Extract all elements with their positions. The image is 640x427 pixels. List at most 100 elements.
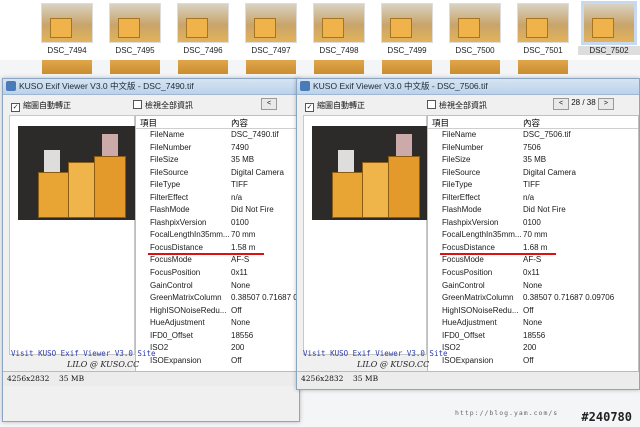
- thumbnail-partial: [518, 60, 568, 74]
- image-preview: [303, 115, 432, 355]
- thumbnail-image: [178, 4, 228, 42]
- thumbnail-partial: [178, 60, 228, 74]
- table-row[interactable]: FocalLengthIn35mm... 70 mm: [136, 229, 300, 242]
- table-row[interactable]: ISOExpansion Off: [136, 355, 300, 368]
- show-all-checkbox[interactable]: 檢視全部資訊: [133, 100, 193, 111]
- status-bar: 4256x2832 35 MB: [297, 371, 639, 389]
- table-row[interactable]: FocalLengthIn35mm... 70 mm: [428, 229, 638, 242]
- thumbnail[interactable]: DSC_7495: [104, 4, 166, 60]
- table-row[interactable]: FlashMode Did Not Fire: [428, 204, 638, 217]
- thumbnail-image: [110, 4, 160, 42]
- status-dimensions: 4256x2832: [7, 374, 50, 383]
- column-header-content[interactable]: 內容: [231, 117, 248, 129]
- thumbnail[interactable]: DSC_7501: [512, 4, 574, 60]
- thumbnail-partial: [314, 60, 364, 74]
- window-titlebar[interactable]: KUSO Exif Viewer V3.0 中文版 - DSC_7506.tif: [297, 79, 639, 95]
- table-row[interactable]: FlashpixVersion 0100: [136, 217, 300, 230]
- table-row[interactable]: ISO2 200: [136, 342, 300, 355]
- thumbnail-image: [450, 4, 500, 42]
- exif-viewer-window-front: KUSO Exif Viewer V3.0 中文版 - DSC_7506.tif…: [296, 78, 640, 390]
- table-row[interactable]: FileName DSC_7506.tif: [428, 129, 638, 142]
- thumbnail-label: DSC_7495: [115, 46, 155, 55]
- column-header-item[interactable]: 項目: [432, 117, 449, 129]
- author-credit[interactable]: LILO @ KUSO.CC: [357, 360, 429, 369]
- thumbnail[interactable]: DSC_7498: [308, 4, 370, 60]
- table-row[interactable]: FileSource Digital Camera: [136, 167, 300, 180]
- table-row[interactable]: FileName DSC_7490.tif: [136, 129, 300, 142]
- thumbnail-image: [518, 4, 568, 42]
- app-icon: [300, 81, 310, 91]
- table-row[interactable]: GainControl None: [428, 280, 638, 293]
- table-row[interactable]: FocusMode AF-S: [428, 254, 638, 267]
- checkbox-label: 縮圖自動轉正: [23, 101, 71, 110]
- table-row[interactable]: ISOExpansion Off: [428, 355, 638, 368]
- table-row[interactable]: ISO2 200: [428, 342, 638, 355]
- auto-rotate-checkbox[interactable]: ✓ 縮圖自動轉正: [11, 100, 71, 112]
- chevron-right-icon[interactable]: >: [597, 98, 614, 110]
- thumbnail-label: DSC_7500: [455, 46, 495, 55]
- thumbnail[interactable]: DSC_7496: [172, 4, 234, 60]
- table-row[interactable]: FileNumber 7506: [428, 142, 638, 155]
- thumbnail-image: [42, 4, 92, 42]
- image-preview: [9, 115, 138, 355]
- auto-rotate-checkbox[interactable]: ✓ 縮圖自動轉正: [305, 100, 365, 112]
- exif-table: 項目 內容 FileName DSC_7490.tif FileNumber 7490…: [135, 115, 301, 372]
- thumbnail-partial: [450, 60, 500, 74]
- table-row[interactable]: FocusMode AF-S: [136, 254, 300, 267]
- table-row[interactable]: FocusPosition 0x11: [428, 267, 638, 280]
- table-row[interactable]: IFD0_Offset 18556: [136, 330, 300, 343]
- column-header-item[interactable]: 項目: [140, 117, 157, 129]
- app-icon: [6, 81, 16, 91]
- table-row[interactable]: FileSize 35 MB: [428, 154, 638, 167]
- author-credit[interactable]: LILO @ KUSO.CC: [67, 360, 139, 369]
- exif-table-header: 項目 內容: [136, 116, 300, 129]
- table-row[interactable]: FilterEffect n/a: [136, 192, 300, 205]
- table-row[interactable]: FileType TIFF: [136, 179, 300, 192]
- preview-photo: [18, 126, 138, 220]
- exif-viewer-window-back: KUSO Exif Viewer V3.0 中文版 - DSC_7490.tif…: [2, 78, 301, 422]
- thumbnail[interactable]: DSC_7500: [444, 4, 506, 60]
- thumbnail[interactable]: DSC_7499: [376, 4, 438, 60]
- table-row[interactable]: FileNumber 7490: [136, 142, 300, 155]
- window-titlebar[interactable]: KUSO Exif Viewer V3.0 中文版 - DSC_7490.tif: [3, 79, 299, 95]
- window-title: KUSO Exif Viewer V3.0 中文版 - DSC_7490.tif: [19, 81, 194, 91]
- checkbox-checked-icon: ✓: [305, 103, 314, 112]
- table-row[interactable]: FlashpixVersion 0100: [428, 217, 638, 230]
- site-link[interactable]: Visit KUSO Exif Viewer V3.0 Site: [11, 349, 156, 358]
- window-title: KUSO Exif Viewer V3.0 中文版 - DSC_7506.tif: [313, 81, 488, 91]
- table-row[interactable]: FileType TIFF: [428, 179, 638, 192]
- table-row[interactable]: GreenMatrixColumn 0.38507 0.71687 0.09706: [428, 292, 638, 305]
- checkbox-label: 檢視全部資訊: [439, 101, 487, 110]
- image-navigator: < 28 / 38 >: [553, 98, 614, 110]
- thumbnail[interactable]: DSC_7494: [36, 4, 98, 60]
- status-filesize: 35 MB: [59, 374, 85, 383]
- table-row[interactable]: GainControl None: [136, 280, 300, 293]
- table-row[interactable]: GreenMatrixColumn 0.38507 0.71687 0.0: [136, 292, 300, 305]
- image-watermark: #240780: [581, 410, 632, 424]
- table-row[interactable]: IFD0_Offset 18556: [428, 330, 638, 343]
- blog-url-watermark: http://blog.yam.com/s: [455, 409, 559, 417]
- thumbnail[interactable]: DSC_7497: [240, 4, 302, 60]
- table-row-highlighted[interactable]: FocusDistance 1.68 m: [428, 242, 638, 255]
- column-header-content[interactable]: 內容: [523, 117, 540, 129]
- chevron-left-icon[interactable]: <: [553, 98, 569, 110]
- table-row[interactable]: FocusPosition 0x11: [136, 267, 300, 280]
- checkbox-checked-icon: ✓: [11, 103, 20, 112]
- table-row[interactable]: FlashMode Did Not Fire: [136, 204, 300, 217]
- table-row[interactable]: HueAdjustment None: [136, 317, 300, 330]
- thumbnail-label: DSC_7502: [578, 46, 640, 55]
- table-row[interactable]: HighISONoiseRedu... Off: [136, 305, 300, 318]
- show-all-checkbox[interactable]: 檢視全部資訊: [427, 100, 487, 111]
- table-row-highlighted[interactable]: FocusDistance 1.58 m: [136, 242, 300, 255]
- site-link[interactable]: Visit KUSO Exif Viewer V3.0 Site: [303, 349, 448, 358]
- thumbnail-label: DSC_7498: [319, 46, 359, 55]
- thumbnail-label: DSC_7496: [183, 46, 223, 55]
- thumbnail-selected[interactable]: DSC_7502: [578, 4, 640, 60]
- table-row[interactable]: FileSize 35 MB: [136, 154, 300, 167]
- prev-button[interactable]: <: [261, 98, 277, 110]
- table-row[interactable]: FilterEffect n/a: [428, 192, 638, 205]
- table-row[interactable]: HighISONoiseRedu... Off: [428, 305, 638, 318]
- table-row[interactable]: HueAdjustment None: [428, 317, 638, 330]
- status-dimensions: 4256x2832: [301, 374, 344, 383]
- table-row[interactable]: FileSource Digital Camera: [428, 167, 638, 180]
